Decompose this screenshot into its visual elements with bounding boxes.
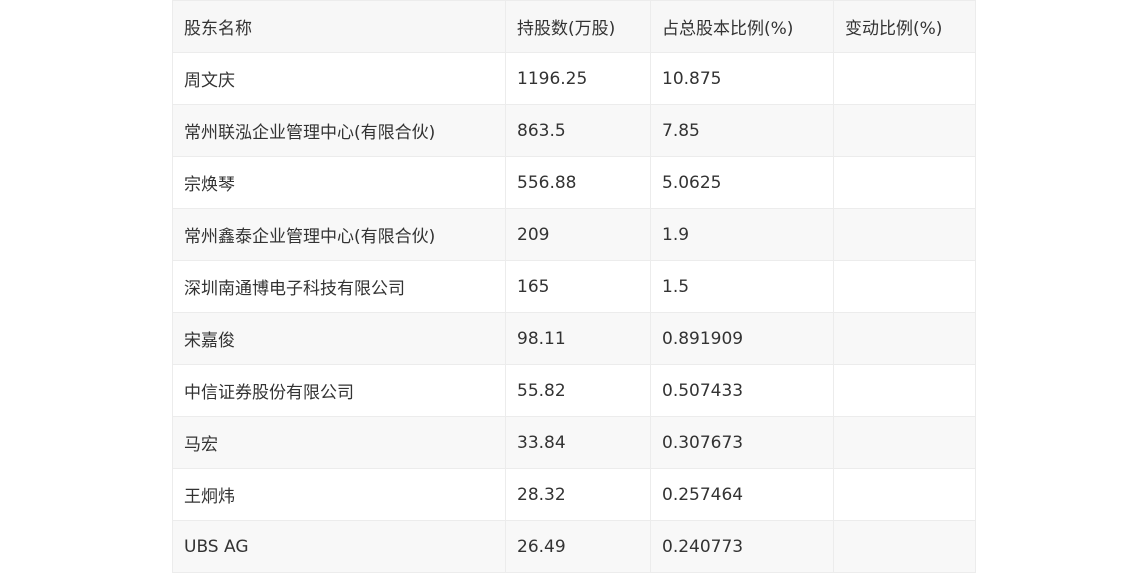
cell-change-ratio bbox=[833, 416, 976, 469]
cell-change-ratio bbox=[833, 364, 976, 417]
cell-shareholder-name: UBS AG bbox=[172, 520, 506, 573]
table-row: 宋嘉俊 98.11 0.891909 bbox=[172, 312, 976, 365]
table-row: 周文庆 1196.25 10.875 bbox=[172, 52, 976, 105]
cell-change-ratio bbox=[833, 468, 976, 521]
cell-share-ratio: 5.0625 bbox=[650, 156, 834, 209]
cell-shares-held: 556.88 bbox=[505, 156, 651, 209]
cell-shares-held: 26.49 bbox=[505, 520, 651, 573]
cell-shares-held: 863.5 bbox=[505, 104, 651, 157]
shareholder-table-container: 股东名称 持股数(万股) 占总股本比例(%) 变动比例(%) 周文庆 1196.… bbox=[172, 0, 976, 573]
cell-share-ratio: 0.307673 bbox=[650, 416, 834, 469]
table-row: 宗焕琴 556.88 5.0625 bbox=[172, 156, 976, 209]
table-row: UBS AG 26.49 0.240773 bbox=[172, 520, 976, 573]
cell-change-ratio bbox=[833, 156, 976, 209]
cell-change-ratio bbox=[833, 260, 976, 313]
table-row: 常州联泓企业管理中心(有限合伙) 863.5 7.85 bbox=[172, 104, 976, 157]
table-row: 王炯炜 28.32 0.257464 bbox=[172, 468, 976, 521]
cell-share-ratio: 1.9 bbox=[650, 208, 834, 261]
cell-shareholder-name: 中信证券股份有限公司 bbox=[172, 364, 506, 417]
cell-shares-held: 1196.25 bbox=[505, 52, 651, 105]
table-row: 常州鑫泰企业管理中心(有限合伙) 209 1.9 bbox=[172, 208, 976, 261]
cell-share-ratio: 0.257464 bbox=[650, 468, 834, 521]
cell-shareholder-name: 王炯炜 bbox=[172, 468, 506, 521]
cell-change-ratio bbox=[833, 52, 976, 105]
cell-shareholder-name: 马宏 bbox=[172, 416, 506, 469]
table-row: 中信证券股份有限公司 55.82 0.507433 bbox=[172, 364, 976, 417]
cell-shareholder-name: 深圳南通博电子科技有限公司 bbox=[172, 260, 506, 313]
header-shares-held: 持股数(万股) bbox=[505, 0, 651, 53]
cell-shareholder-name: 常州鑫泰企业管理中心(有限合伙) bbox=[172, 208, 506, 261]
cell-shares-held: 98.11 bbox=[505, 312, 651, 365]
table-row: 马宏 33.84 0.307673 bbox=[172, 416, 976, 469]
cell-shares-held: 33.84 bbox=[505, 416, 651, 469]
header-share-ratio: 占总股本比例(%) bbox=[650, 0, 834, 53]
cell-share-ratio: 10.875 bbox=[650, 52, 834, 105]
cell-change-ratio bbox=[833, 312, 976, 365]
table-row: 深圳南通博电子科技有限公司 165 1.5 bbox=[172, 260, 976, 313]
cell-share-ratio: 0.240773 bbox=[650, 520, 834, 573]
cell-share-ratio: 7.85 bbox=[650, 104, 834, 157]
cell-share-ratio: 0.507433 bbox=[650, 364, 834, 417]
cell-shareholder-name: 宋嘉俊 bbox=[172, 312, 506, 365]
cell-change-ratio bbox=[833, 104, 976, 157]
shareholder-table: 股东名称 持股数(万股) 占总股本比例(%) 变动比例(%) 周文庆 1196.… bbox=[172, 0, 976, 573]
cell-share-ratio: 1.5 bbox=[650, 260, 834, 313]
cell-shares-held: 55.82 bbox=[505, 364, 651, 417]
cell-shareholder-name: 宗焕琴 bbox=[172, 156, 506, 209]
cell-shareholder-name: 周文庆 bbox=[172, 52, 506, 105]
cell-shares-held: 209 bbox=[505, 208, 651, 261]
cell-share-ratio: 0.891909 bbox=[650, 312, 834, 365]
cell-shares-held: 28.32 bbox=[505, 468, 651, 521]
cell-change-ratio bbox=[833, 208, 976, 261]
cell-shares-held: 165 bbox=[505, 260, 651, 313]
header-change-ratio: 变动比例(%) bbox=[833, 0, 976, 53]
cell-shareholder-name: 常州联泓企业管理中心(有限合伙) bbox=[172, 104, 506, 157]
table-header-row: 股东名称 持股数(万股) 占总股本比例(%) 变动比例(%) bbox=[172, 0, 976, 53]
header-shareholder-name: 股东名称 bbox=[172, 0, 506, 53]
cell-change-ratio bbox=[833, 520, 976, 573]
